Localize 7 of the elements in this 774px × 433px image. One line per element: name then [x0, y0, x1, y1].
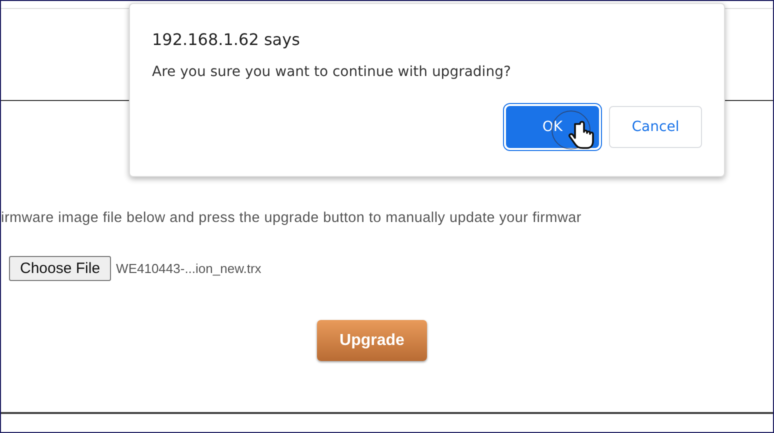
instruction-text: irmware image file below and press the upgrade button to manually update your firmwar — [1, 210, 582, 226]
dialog-message: Are you sure you want to continue with upgrading? — [152, 64, 512, 80]
dialog-button[interactable]: Cancel — [609, 106, 702, 148]
file-name: WE410443-...ion_new.trx — [116, 261, 262, 276]
choose-file-button[interactable]: Choose File — [9, 256, 112, 281]
dialog-title: 192.168.1.62 says — [152, 30, 301, 49]
upgrade-button[interactable]: Upgrade — [317, 320, 427, 361]
